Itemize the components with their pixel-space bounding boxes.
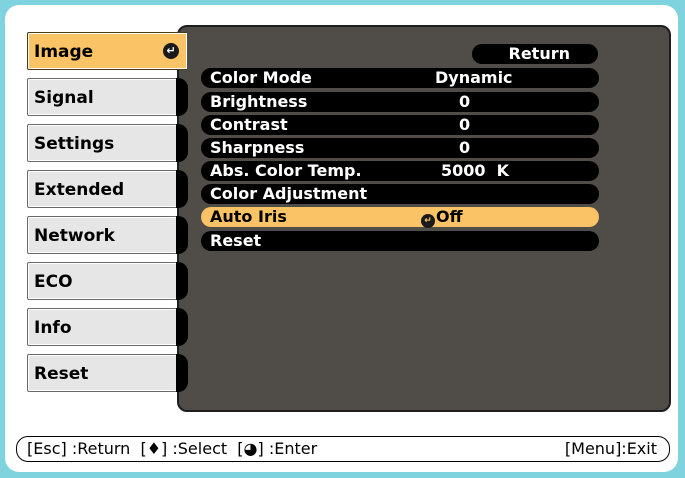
menu-row-reset[interactable]: Reset — [201, 231, 599, 251]
tab-edge — [176, 308, 188, 346]
tab-eco[interactable]: ECO — [27, 262, 187, 300]
menu-row-sharpness[interactable]: Sharpness 0 — [201, 138, 599, 158]
tab-label: Image — [34, 42, 94, 62]
help-right: [Menu]:Exit — [564, 439, 657, 458]
row-value: 0 — [459, 115, 471, 134]
tab-label: Info — [34, 318, 72, 338]
row-value: Off — [436, 207, 463, 226]
row-label: Color Adjustment — [210, 184, 368, 203]
tab-image[interactable]: Image ↵ — [27, 32, 187, 70]
help-left: [Esc] :Return [♦] :Select [◕] :Enter — [27, 439, 318, 458]
row-label: Abs. Color Temp. — [210, 161, 362, 180]
menu-tabs: Image ↵ Signal Settings Extended Network… — [27, 32, 187, 400]
tab-edge — [176, 262, 188, 300]
tab-signal[interactable]: Signal — [27, 78, 187, 116]
return-button[interactable]: Return — [472, 44, 598, 64]
tab-label: Settings — [34, 134, 115, 154]
menu-row-color-mode[interactable]: Color Mode Dynamic — [201, 68, 599, 88]
row-label: Contrast — [210, 115, 288, 134]
tab-label: Reset — [34, 364, 89, 384]
row-value: 0 — [459, 138, 471, 157]
row-value: 0 — [459, 92, 471, 111]
row-label: Auto Iris — [210, 207, 287, 226]
menu-row-color-adjustment[interactable]: Color Adjustment — [201, 184, 599, 204]
tab-label: Network — [34, 226, 115, 246]
tab-network[interactable]: Network — [27, 216, 187, 254]
row-label: Brightness — [210, 92, 308, 111]
row-label: Sharpness — [210, 138, 305, 157]
menu-row-brightness[interactable]: Brightness 0 — [201, 92, 599, 112]
menu-row-auto-iris[interactable]: Auto Iris ↵ Off — [201, 207, 599, 228]
menu-row-contrast[interactable]: Contrast 0 — [201, 115, 599, 135]
tab-edge — [176, 124, 188, 162]
tab-edge — [176, 216, 188, 254]
tab-info[interactable]: Info — [27, 308, 187, 346]
row-label: Reset — [210, 231, 262, 250]
enter-icon: ↵ — [421, 214, 435, 228]
tab-edge — [176, 170, 188, 208]
row-value-wrap: ↵ Off — [421, 207, 463, 228]
row-value: Dynamic — [435, 68, 513, 87]
tab-settings[interactable]: Settings — [27, 124, 187, 162]
tab-label: Signal — [34, 88, 94, 108]
tab-edge — [176, 354, 188, 392]
menu-row-abs-color-temp[interactable]: Abs. Color Temp. 5000 K — [201, 161, 599, 181]
tab-extended[interactable]: Extended — [27, 170, 187, 208]
tab-reset[interactable]: Reset — [27, 354, 187, 392]
tab-label: Extended — [34, 180, 125, 200]
row-value: 5000 K — [441, 161, 510, 180]
help-bar: [Esc] :Return [♦] :Select [◕] :Enter [Me… — [16, 436, 670, 462]
tab-edge — [176, 78, 188, 116]
enter-icon: ↵ — [163, 43, 179, 59]
tab-label: ECO — [34, 272, 73, 292]
row-label: Color Mode — [210, 68, 312, 87]
